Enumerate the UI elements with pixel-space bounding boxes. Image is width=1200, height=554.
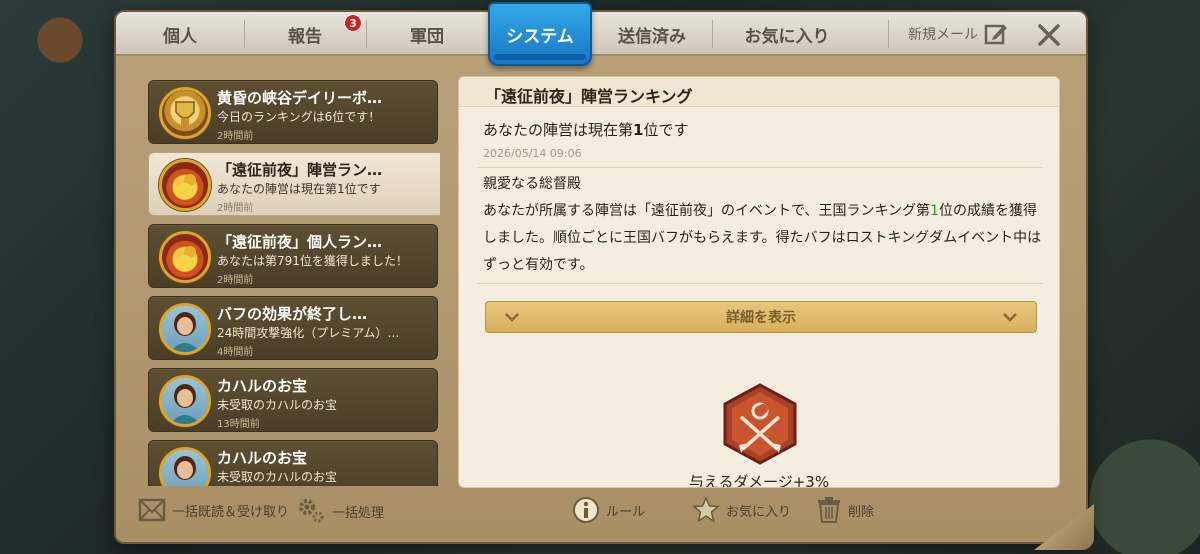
mail-title: 「遠征前夜」陣営ラン… xyxy=(217,161,383,179)
detail-date: 2026/05/14 09:06 xyxy=(483,147,582,160)
divider xyxy=(477,283,1043,284)
body-text: あなたが所属する陣営は「遠征前夜」のイベントで、王国ランキング第1位の成績を獲得… xyxy=(483,198,1043,279)
subtitle-prefix: あなたの陣営は現在第 xyxy=(483,121,634,139)
mail-detail[interactable]: 「遠征前夜」陣営ランキング あなたの陣営は現在第1位です 2026/05/14 … xyxy=(458,76,1060,488)
detail-title: 「遠征前夜」陣営ランキング xyxy=(485,87,693,106)
trash-icon xyxy=(818,497,840,523)
subtitle-suffix: 位です xyxy=(643,121,689,139)
rules-label: ルール xyxy=(606,504,646,520)
mail-time: 2時間前 xyxy=(217,131,254,142)
close-icon xyxy=(1038,24,1060,46)
tab-bar: 個人 報告 軍団 送信済み お気に入り 新規メール xyxy=(116,12,1086,56)
crossed-swords-buff-icon xyxy=(723,383,797,465)
mail-time: 2時間前 xyxy=(217,275,254,286)
chevron-down-icon xyxy=(505,313,519,322)
compose-icon xyxy=(984,24,1007,45)
delete-button[interactable]: 削除 xyxy=(816,496,874,524)
subtitle-rank: 1 xyxy=(633,121,644,139)
mail-list-item[interactable]: バフの効果が終了し… 24時間攻撃強化（プレミアム）… 4時間前 xyxy=(148,296,438,360)
mail-title: 「遠征前夜」個人ラン… xyxy=(217,233,383,251)
detail-subtitle: あなたの陣営は現在第1位です xyxy=(483,119,688,140)
mail-list-item[interactable]: カハルのお宝 未受取のカハルのお宝 xyxy=(148,440,438,486)
favorite-label: お気に入り xyxy=(726,504,792,520)
batch-process-label: 一括処理 xyxy=(332,505,385,521)
mail-list-item-selected[interactable]: 「遠征前夜」陣営ラン… あなたの陣営は現在第1位です 2時間前 xyxy=(148,152,440,216)
mail-time: 13時間前 xyxy=(217,419,260,430)
mail-list-item[interactable]: 黄昏の峡谷デイリーボ… 今日のランキングは6位です！ 2時間前 xyxy=(148,80,438,144)
reports-unread-badge: 3 xyxy=(344,14,362,32)
treasure-icon xyxy=(159,159,211,211)
greeting: 親愛なる総督殿 xyxy=(483,176,581,192)
mail-list-item[interactable]: 「遠征前夜」個人ラン… あなたは第791位を獲得しました！ 2時間前 xyxy=(148,224,438,288)
delete-label: 削除 xyxy=(848,504,875,520)
favorite-button[interactable]: お気に入り xyxy=(692,496,791,524)
mail-time: 4時間前 xyxy=(217,347,254,358)
mail-list[interactable]: 黄昏の峡谷デイリーボ… 今日のランキングは6位です！ 2時間前 「遠征前夜」陣営… xyxy=(148,80,440,486)
show-details-label: 詳細を表示 xyxy=(726,310,796,326)
tab-system[interactable]: システム xyxy=(488,2,592,66)
new-mail-button[interactable]: 新規メール xyxy=(908,12,1008,56)
mail-list-item[interactable]: カハルのお宝 未受取のカハルのお宝 13時間前 xyxy=(148,368,438,432)
tab-divider xyxy=(888,20,889,48)
body-rank: 1 xyxy=(930,203,939,219)
advisor-portrait xyxy=(159,375,211,427)
tab-personal[interactable]: 個人 xyxy=(116,12,244,56)
tab-legion[interactable]: 軍団 xyxy=(366,12,488,56)
advisor-portrait xyxy=(159,303,211,355)
rules-button[interactable]: ルール xyxy=(572,496,645,524)
info-icon xyxy=(573,497,599,523)
mail-title: 黄昏の峡谷デイリーボ… xyxy=(217,89,383,107)
new-mail-label: 新規メール xyxy=(908,27,978,43)
mail-preview: あなたは第791位を獲得しました！ xyxy=(217,254,408,268)
advisor-portrait xyxy=(159,447,211,486)
close-button[interactable] xyxy=(1034,20,1064,50)
envelope-icon xyxy=(138,498,166,522)
body-part-1: あなたが所属する陣営は「遠征前夜」のイベントで、王国ランキング第 xyxy=(483,203,931,219)
mail-preview: 未受取のカハルのお宝 xyxy=(217,470,338,484)
mail-preview: あなたの陣営は現在第1位です xyxy=(217,182,381,196)
mail-preview: 今日のランキングは6位です！ xyxy=(217,110,381,124)
detail-body: 親愛なる総督殿 あなたが所属する陣営は「遠征前夜」のイベントで、王国ランキング第… xyxy=(483,171,1043,279)
mail-title: カハルのお宝 xyxy=(217,449,308,467)
chevron-down-icon xyxy=(1003,313,1017,322)
star-icon xyxy=(692,496,720,523)
trophy-shield-icon xyxy=(159,87,211,139)
read-all-button[interactable]: 一括既読＆受け取り xyxy=(138,496,289,524)
show-details-button[interactable]: 詳細を表示 xyxy=(485,301,1037,333)
mail-preview: 24時間攻撃強化（プレミアム）… xyxy=(217,326,400,340)
divider xyxy=(477,167,1043,168)
mail-panel: 個人 報告 軍団 送信済み お気に入り 新規メール 3 システム 黄昏の峡谷デイ… xyxy=(116,2,1094,550)
mail-preview: 未受取のカハルのお宝 xyxy=(217,398,338,412)
gear-icon xyxy=(299,499,324,523)
tab-favorites[interactable]: お気に入り xyxy=(712,12,862,56)
treasure-icon xyxy=(159,231,211,283)
mail-time: 2時間前 xyxy=(217,203,254,214)
batch-process-button[interactable]: 一括処理 xyxy=(296,496,384,526)
mail-title: バフの効果が終了し… xyxy=(217,305,368,323)
buff-bonus-text: 与えるダメージ+3% xyxy=(688,473,830,488)
mail-title: カハルのお宝 xyxy=(217,377,308,395)
tab-sent[interactable]: 送信済み xyxy=(592,12,712,56)
read-all-label: 一括既読＆受け取り xyxy=(172,504,290,520)
